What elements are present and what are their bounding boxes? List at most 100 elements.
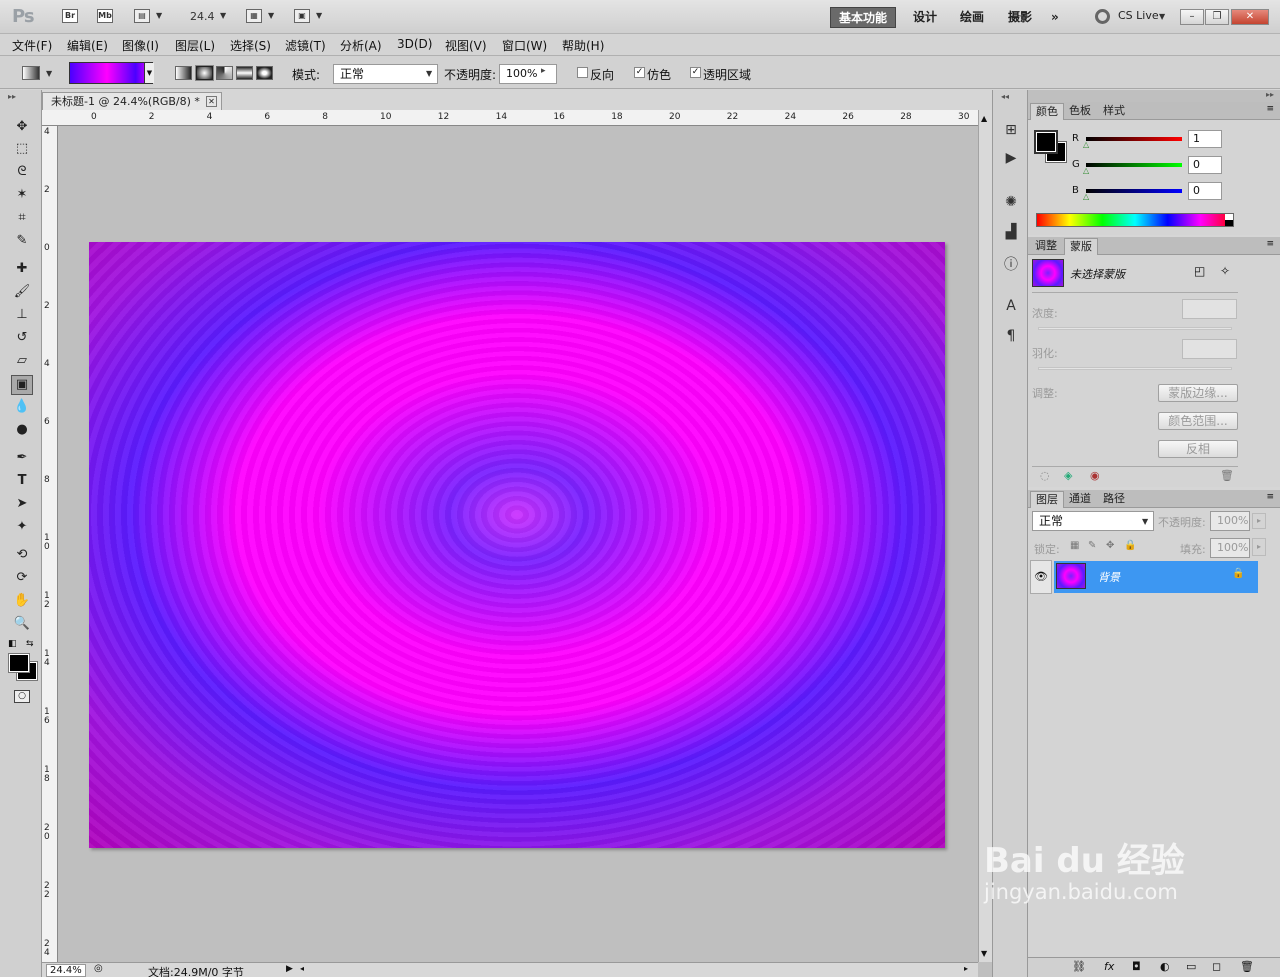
chevron-down-icon[interactable]: ▼ xyxy=(316,11,322,20)
opacity-slider-arrow[interactable]: ▸ xyxy=(541,66,546,76)
status-zoom-field[interactable]: 24.4% xyxy=(46,964,86,977)
fill-field[interactable]: 100% xyxy=(1210,538,1250,558)
b-slider-handle[interactable]: △ xyxy=(1083,192,1089,201)
dodge-tool-icon[interactable]: ● xyxy=(12,421,32,439)
more-workspaces-icon[interactable]: » xyxy=(1043,7,1067,28)
collapse-icon[interactable]: ▸▸ xyxy=(8,92,16,101)
tab-paths[interactable]: 路径 xyxy=(1098,491,1130,508)
status-info-icon[interactable]: ◎ xyxy=(94,963,103,974)
pen-tool-icon[interactable]: ✒ xyxy=(12,449,32,467)
close-icon[interactable]: ✕ xyxy=(1231,9,1269,25)
reverse-checkbox[interactable] xyxy=(577,67,588,78)
tab-swatches[interactable]: 色板 xyxy=(1064,103,1096,120)
quick-mask-icon[interactable]: ○ xyxy=(14,690,30,703)
link-layers-icon[interactable]: ⛓ xyxy=(1072,960,1086,973)
fill-slider-arrow[interactable]: ▸ xyxy=(1252,538,1266,556)
lock-all-icon[interactable]: 🔒 xyxy=(1124,540,1136,551)
foreground-color-swatch[interactable] xyxy=(8,653,30,673)
3d-orbit-tool-icon[interactable]: ⟳ xyxy=(12,569,32,587)
cs-live-button[interactable]: CS Live xyxy=(1118,9,1159,22)
canvas-radial-gradient-image[interactable] xyxy=(89,242,945,848)
g-slider[interactable] xyxy=(1086,163,1182,167)
gradient-picker-arrow[interactable]: ▼ xyxy=(144,63,154,83)
mini-bridge-button[interactable]: Mb xyxy=(97,9,113,23)
eyedropper-tool-icon[interactable]: ✎ xyxy=(12,232,32,250)
menu-filter[interactable]: 滤镜(T) xyxy=(285,37,326,54)
invert-button[interactable]: 反相 xyxy=(1158,440,1238,458)
panel-menu-icon[interactable]: ≡ xyxy=(1266,492,1274,502)
navigator-panel-icon[interactable]: ✺ xyxy=(1001,194,1021,212)
tab-styles[interactable]: 样式 xyxy=(1098,103,1130,120)
menu-file[interactable]: 文件(F) xyxy=(12,37,52,54)
menu-help[interactable]: 帮助(H) xyxy=(562,37,604,54)
history-brush-tool-icon[interactable]: ↺ xyxy=(12,329,32,347)
chevron-down-icon[interactable]: ▼ xyxy=(1159,12,1165,21)
clone-stamp-tool-icon[interactable]: ⊥ xyxy=(12,306,32,324)
g-slider-handle[interactable]: △ xyxy=(1083,166,1089,175)
character-panel-icon[interactable]: A xyxy=(1001,298,1021,316)
chevron-down-icon[interactable]: ▼ xyxy=(1142,517,1148,526)
zoom-tool-icon[interactable]: 🔍 xyxy=(12,615,32,633)
reflected-gradient-button[interactable] xyxy=(236,66,253,80)
add-pixel-mask-icon[interactable]: ◰ xyxy=(1194,264,1205,278)
magic-wand-tool-icon[interactable]: ✶ xyxy=(12,186,32,204)
info-panel-icon[interactable]: ⓘ xyxy=(1001,254,1021,273)
chevron-down-icon[interactable]: ▼ xyxy=(156,11,162,20)
menu-view[interactable]: 视图(V) xyxy=(445,37,487,54)
tab-masks[interactable]: 蒙版 xyxy=(1064,238,1098,255)
transparency-checkbox[interactable]: ✓ xyxy=(690,67,701,78)
view-extras-icon[interactable]: ▤ xyxy=(134,9,150,23)
hand-tool-icon[interactable]: ✋ xyxy=(12,592,32,610)
history-panel-icon[interactable]: ⊞ xyxy=(1001,122,1021,140)
panel-menu-icon[interactable]: ≡ xyxy=(1266,104,1274,114)
marquee-tool-icon[interactable]: ⬚ xyxy=(12,140,32,158)
expand-panels-icon[interactable]: ◂◂ xyxy=(1001,92,1009,101)
menu-image[interactable]: 图像(I) xyxy=(122,37,159,54)
gradient-tool-icon[interactable]: ▣ xyxy=(11,375,33,395)
new-group-icon[interactable]: ▭ xyxy=(1186,960,1196,973)
chevron-down-icon[interactable]: ▼ xyxy=(220,11,226,20)
mask-edge-button[interactable]: 蒙版边缘... xyxy=(1158,384,1238,402)
default-colors-icon[interactable]: ◧ xyxy=(8,639,17,649)
disable-mask-icon[interactable]: ◉ xyxy=(1090,469,1100,482)
apply-mask-icon[interactable]: ◈ xyxy=(1064,469,1072,482)
healing-brush-tool-icon[interactable]: ✚ xyxy=(12,260,32,278)
arrange-documents-icon[interactable]: ▦ xyxy=(246,9,262,23)
r-slider-handle[interactable]: △ xyxy=(1083,140,1089,149)
g-value-field[interactable]: 0 xyxy=(1188,156,1222,174)
tab-layers[interactable]: 图层 xyxy=(1030,491,1064,508)
blend-mode-select[interactable]: 正常 xyxy=(1032,511,1154,531)
lasso-tool-icon[interactable]: ᘓ xyxy=(12,163,32,181)
lock-transparent-icon[interactable]: ▦ xyxy=(1070,540,1079,551)
opacity-slider-arrow[interactable]: ▸ xyxy=(1252,513,1266,529)
color-range-button[interactable]: 颜色范围... xyxy=(1158,412,1238,430)
scroll-up-icon[interactable]: ▲ xyxy=(981,114,987,123)
diamond-gradient-button[interactable] xyxy=(256,66,273,80)
menu-analysis[interactable]: 分析(A) xyxy=(340,37,382,54)
b-value-field[interactable]: 0 xyxy=(1188,182,1222,200)
vertical-ruler[interactable]: 4 2 0 2 4 6 8 1 0 1 2 1 4 1 6 1 8 2 0 2 2 2 4 xyxy=(42,126,58,962)
cs-live-icon[interactable] xyxy=(1095,9,1110,24)
angle-gradient-button[interactable] xyxy=(216,66,233,80)
swap-colors-icon[interactable]: ⇆ xyxy=(26,639,34,649)
tab-color[interactable]: 颜色 xyxy=(1030,103,1064,120)
chevron-down-icon[interactable]: ▼ xyxy=(426,69,432,78)
chevron-down-icon[interactable]: ▼ xyxy=(46,69,52,78)
brush-tool-icon[interactable]: 🖌 xyxy=(12,283,32,301)
feather-slider[interactable] xyxy=(1038,367,1232,370)
feather-field[interactable] xyxy=(1182,339,1237,359)
gradient-tool-preset-icon[interactable] xyxy=(22,66,40,80)
menu-select[interactable]: 选择(S) xyxy=(230,37,271,54)
panel-menu-icon[interactable]: ≡ xyxy=(1266,239,1274,249)
menu-window[interactable]: 窗口(W) xyxy=(502,37,547,54)
screen-mode-icon[interactable]: ▣ xyxy=(294,9,310,23)
layer-row-background[interactable]: 背景 🔒 xyxy=(1054,561,1258,593)
document-tab[interactable]: 未标题-1 @ 24.4%(RGB/8) * ✕ xyxy=(42,92,222,110)
shape-tool-icon[interactable]: ✦ xyxy=(12,518,32,536)
close-document-icon[interactable]: ✕ xyxy=(206,96,217,107)
tab-adjustments[interactable]: 调整 xyxy=(1030,238,1062,255)
path-selection-tool-icon[interactable]: ➤ xyxy=(12,495,32,513)
actions-panel-icon[interactable]: ▶ xyxy=(1001,150,1021,168)
restore-icon[interactable]: ❐ xyxy=(1205,9,1229,25)
workspace-painting[interactable]: 绘画 xyxy=(952,7,992,28)
